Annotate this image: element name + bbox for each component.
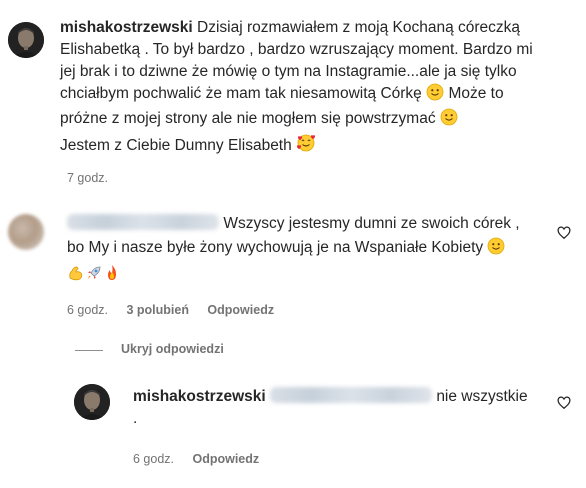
flexed-biceps-emoji [67,264,85,289]
slightly-smiling-face-emoji [440,108,458,133]
commenter-avatar[interactable] [8,214,44,250]
comment-timestamp[interactable]: 6 godz. [67,303,108,317]
comment-block: Wszyscy jestesmy dumni ze swoich córek ,… [67,213,557,289]
heart-outline-icon [557,396,571,410]
caption-line: próżne z mojej strony ale nie mogłem się… [60,108,580,133]
mentioned-username-redacted[interactable] [270,387,432,403]
reply-block: mishakostrzewski nie wszystkie . [133,386,553,430]
fire-emoji [103,264,121,289]
reply-reply-button[interactable]: Odpowiedz [192,452,259,466]
reply-timestamp[interactable]: 6 godz. [133,452,174,466]
comment-meta: 6 godz. 3 polubień Odpowiedz [67,301,274,319]
comment-reply-button[interactable]: Odpowiedz [207,303,274,317]
owner-avatar-photo [8,22,44,58]
comment-line: Wszyscy jestesmy dumni ze swoich córek , [67,213,557,235]
caption-username[interactable]: mishakostrzewski [60,19,193,36]
comment-emoji-line [67,264,557,289]
reply-meta: 6 godz. Odpowiedz [133,450,259,468]
caption-text: Może to [448,85,504,102]
comment-line: bo My i nasze byłe żony wychowują je na … [67,237,557,262]
comment-text: Wszyscy jestesmy dumni ze swoich córek , [223,215,520,232]
rocket-emoji [85,264,103,289]
slightly-smiling-face-emoji [487,237,505,262]
caption-text: Jestem z Ciebie Dumny Elisabeth [60,137,292,154]
replies-divider-line [75,350,103,351]
caption-line: mishakostrzewski Dzisiaj rozmawiałem z m… [60,17,580,39]
caption-line: chciałbym pochwalić że mam tak niesamowi… [60,83,580,108]
heart-outline-icon [557,226,571,240]
reply-avatar-photo [74,384,110,420]
caption-line: Jestem z Ciebie Dumny Elisabeth [60,133,580,160]
smiling-face-with-hearts-emoji [296,133,316,160]
reply-avatar[interactable] [74,384,110,420]
caption-line: jej brak i to dziwne że mówię o tym na I… [60,63,517,80]
reply-username[interactable]: mishakostrzewski [133,388,266,405]
hide-replies-button[interactable]: Ukryj odpowiedzi [121,342,224,356]
caption-text: Dzisiaj rozmawiałem z moją Kochaną córec… [197,19,521,36]
reply-text: nie wszystkie [436,388,528,405]
owner-avatar[interactable] [8,22,44,58]
reply-line: mishakostrzewski nie wszystkie [133,386,553,408]
caption-text: chciałbym pochwalić że mam tak niesamowi… [60,85,422,102]
comment-likes-count[interactable]: 3 polubień [126,303,189,317]
commenter-username-redacted[interactable] [67,214,219,230]
caption-timestamp[interactable]: 7 godz. [67,171,108,185]
reply-like-button[interactable] [557,396,571,415]
caption-text: próżne z mojej strony ale nie mogłem się… [60,110,436,127]
reply-line: . [133,410,138,427]
comment-text: bo My i nasze byłe żony wychowują je na … [67,239,484,256]
caption-line: Elishabetką . To był bardzo , bardzo wzr… [60,41,533,58]
slightly-smiling-face-emoji [426,83,444,108]
caption-block: mishakostrzewski Dzisiaj rozmawiałem z m… [60,17,580,160]
comment-like-button[interactable] [557,226,571,245]
